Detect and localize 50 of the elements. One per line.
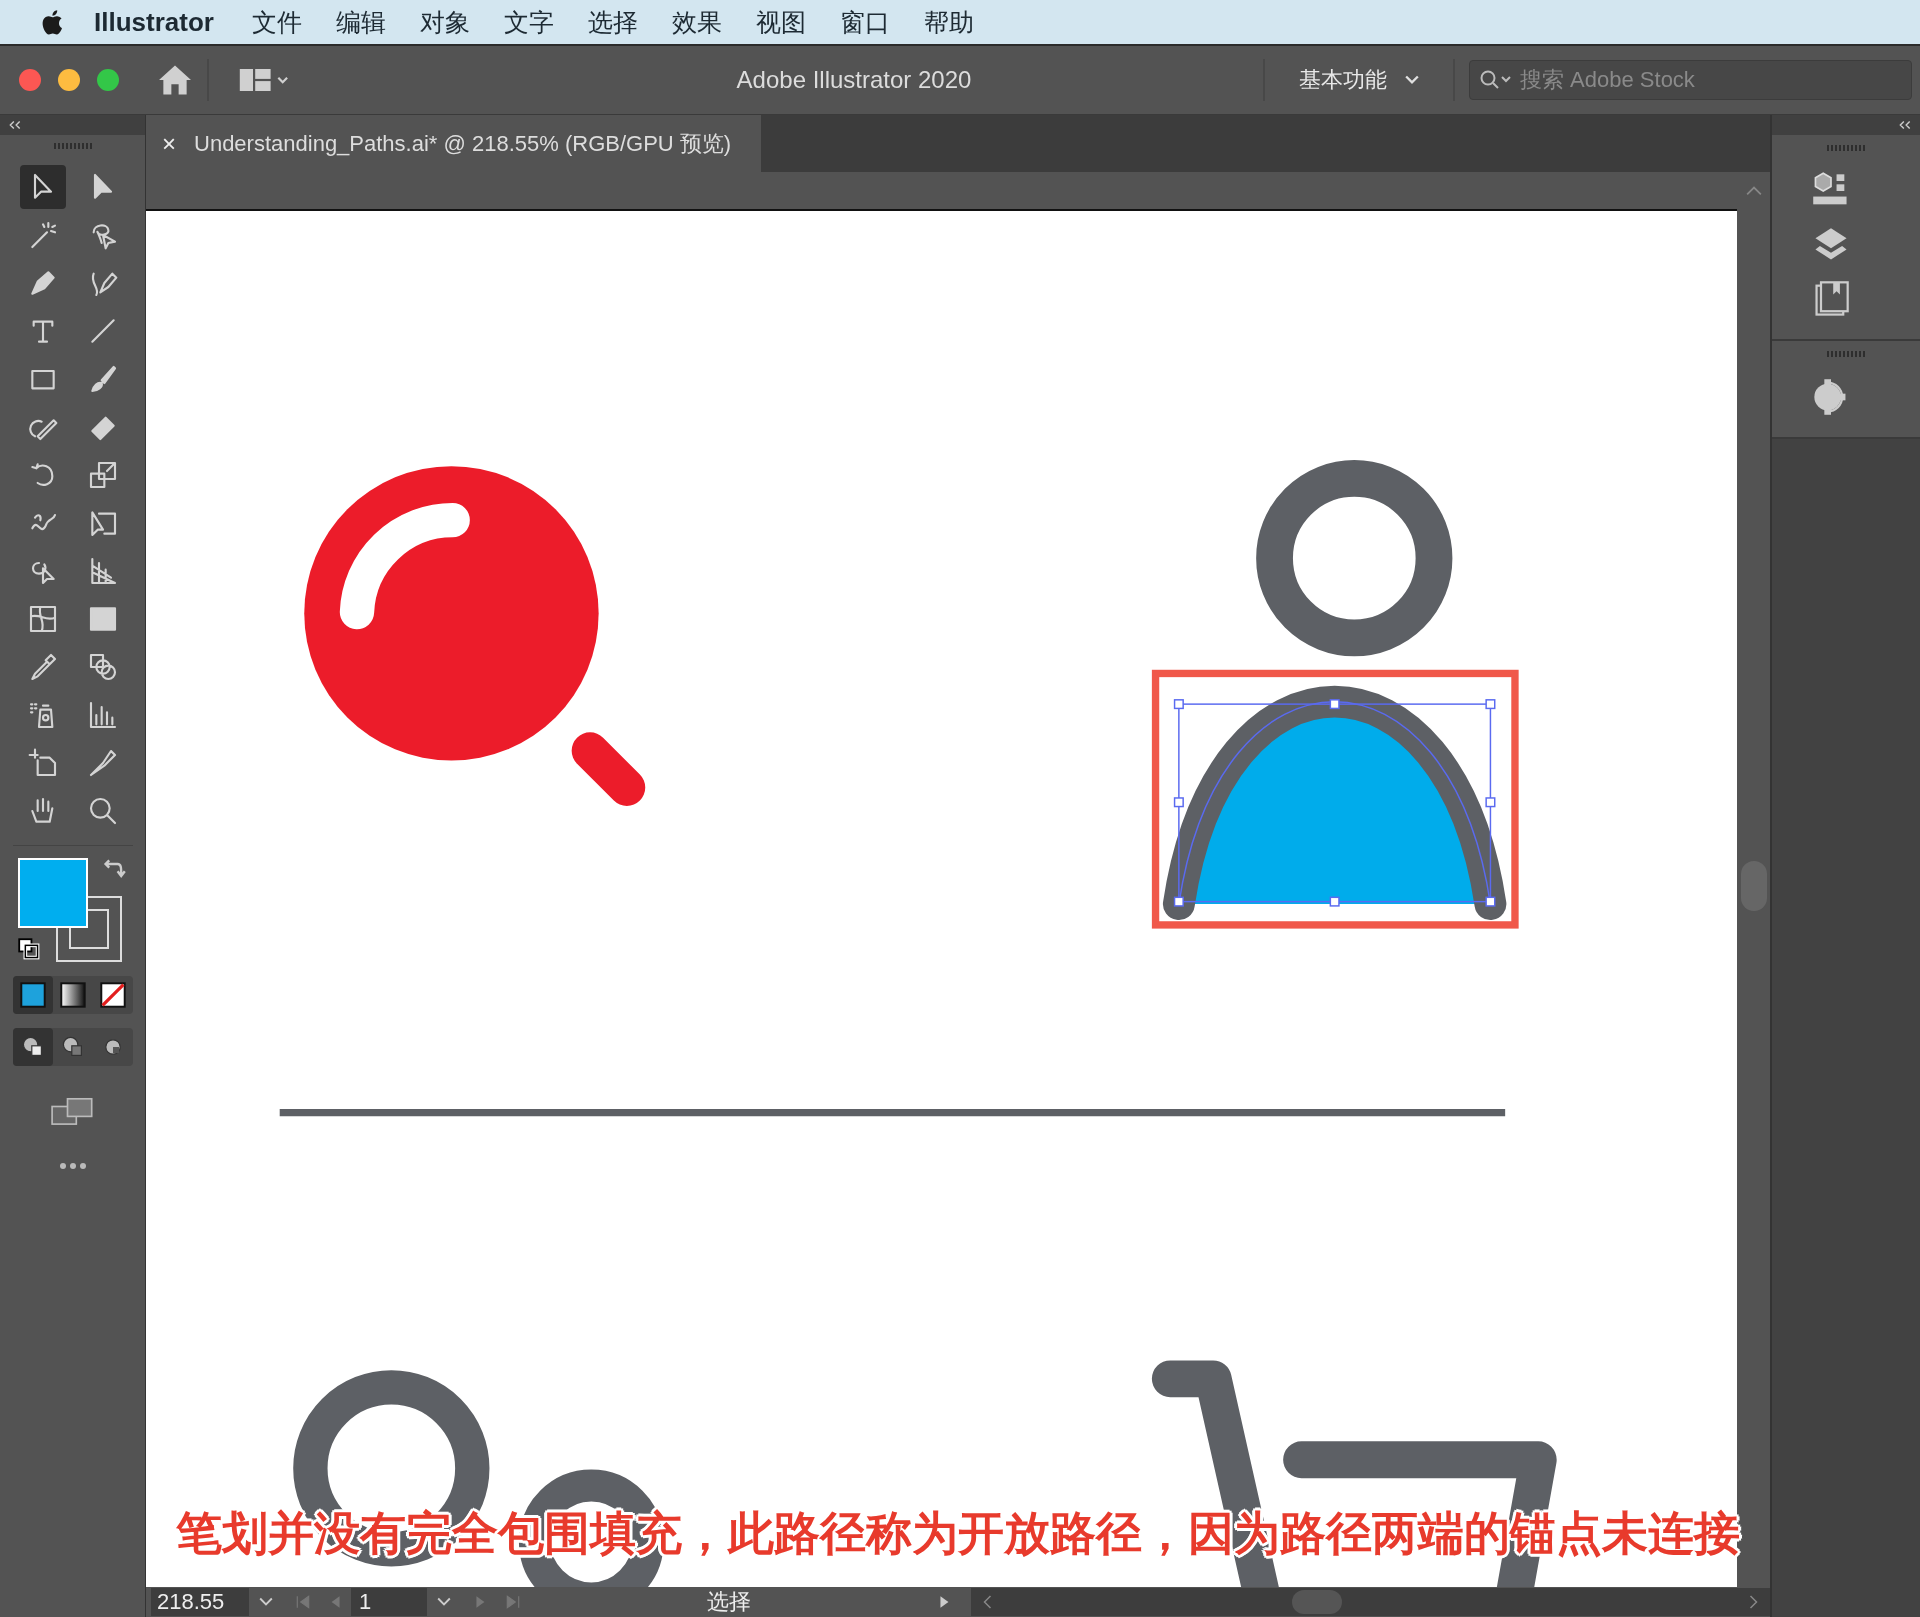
apple-logo-icon[interactable] (40, 8, 64, 36)
collapse-panel-icon[interactable] (1898, 120, 1912, 130)
open-path-arch[interactable] (1162, 685, 1507, 920)
tool-button[interactable] (19, 165, 66, 209)
gradient-swatch-icon (59, 982, 86, 1008)
artboard-dropdown-icon[interactable] (437, 1597, 451, 1607)
path-selection-outline[interactable] (1173, 699, 1496, 907)
menu-item[interactable]: 对象 (419, 5, 470, 39)
home-icon[interactable] (157, 64, 193, 96)
zoom-window-button[interactable] (97, 69, 119, 91)
none-swatch-icon (99, 982, 126, 1008)
panel-grip-icon[interactable] (53, 143, 92, 149)
horizontal-scrollbar[interactable] (971, 1588, 1770, 1616)
search-icon[interactable] (1479, 69, 1513, 91)
horizontal-scrollbar-thumb[interactable] (1292, 1590, 1342, 1614)
minimize-window-button[interactable] (58, 69, 80, 91)
more-tools-icon[interactable] (57, 1162, 88, 1170)
scroll-right-icon[interactable] (1749, 1595, 1758, 1609)
close-tab-button[interactable]: × (162, 129, 176, 158)
menu-item[interactable]: 效果 (671, 5, 722, 39)
menu-item[interactable]: 帮助 (923, 5, 974, 39)
search-field[interactable]: 搜索 Adobe Stock (1469, 60, 1912, 100)
menu-item[interactable]: 视图 (755, 5, 806, 39)
menu-item[interactable]: 窗口 (839, 5, 890, 39)
collapse-panel-icon[interactable] (8, 120, 22, 130)
menu-item[interactable]: 文件 (251, 5, 302, 39)
artboard-icon (26, 747, 59, 779)
document-tab-title: Understanding_Paths.ai* @ 218.55% (RGB/GPU 预览) (194, 129, 732, 158)
panel-grip-icon[interactable] (1827, 351, 1865, 357)
scroll-left-icon[interactable] (983, 1595, 992, 1609)
draw-mode-button[interactable] (12, 1028, 53, 1066)
document-tab[interactable]: × Understanding_Paths.ai* @ 218.55% (RGB/GPU 预览) (146, 115, 762, 172)
fill-and-stroke-swatches[interactable] (17, 858, 122, 962)
solid-color-icon (19, 982, 46, 1008)
color-mode-button[interactable] (12, 976, 53, 1014)
draw-behind-icon (60, 1035, 85, 1059)
menu-item[interactable]: 文字 (503, 5, 554, 39)
chevron-down-icon (1405, 75, 1419, 85)
app-name-menu[interactable]: Illustrator (94, 6, 214, 38)
zoom-field[interactable]: 218.55 (151, 1588, 249, 1616)
zoom-dropdown-icon[interactable] (259, 1597, 273, 1607)
window-title: Adobe Illustrator 2020 (735, 66, 973, 94)
menu-item[interactable]: 选择 (587, 5, 638, 39)
panel-grip-icon[interactable] (1827, 145, 1865, 151)
artboard-number-field[interactable]: 1 (351, 1588, 427, 1616)
workspace-dropdown[interactable]: 基本功能 (1279, 59, 1439, 101)
default-colors-icon[interactable] (17, 938, 40, 960)
menu-item[interactable]: 编辑 (335, 5, 386, 39)
screen-mode-icon[interactable] (50, 1096, 95, 1128)
current-tool-label: 选择 (706, 1588, 752, 1616)
